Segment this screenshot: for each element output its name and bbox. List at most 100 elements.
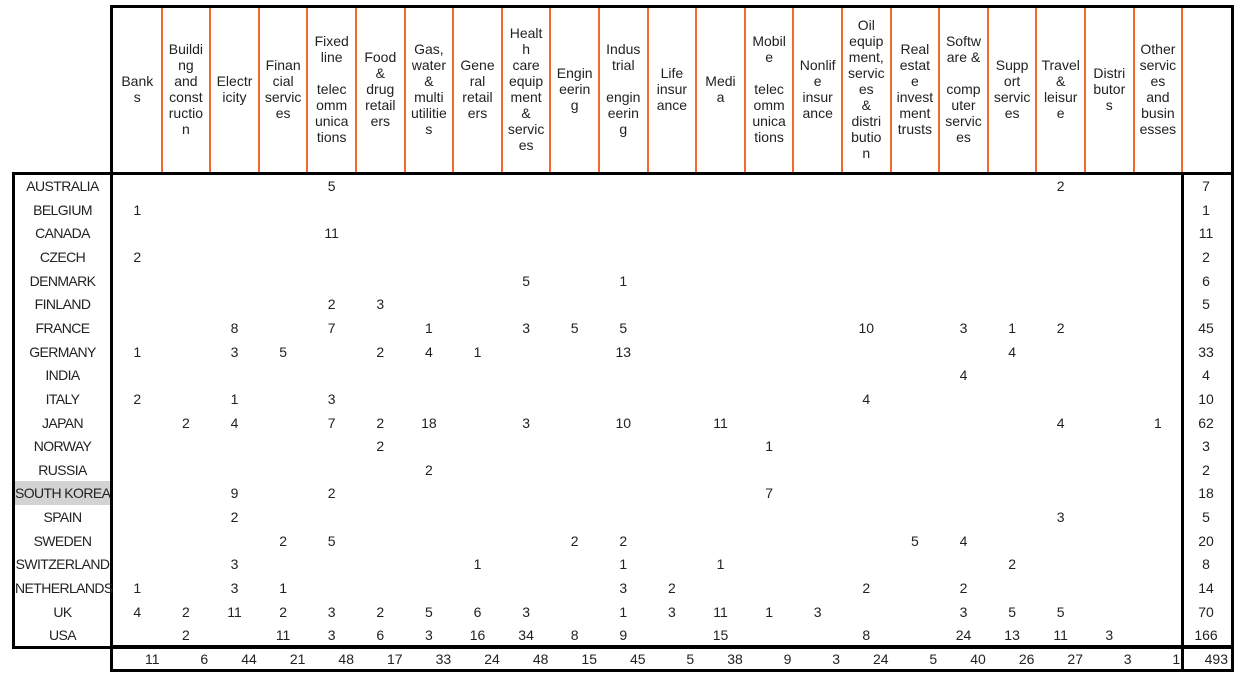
column-header: Food & drug retail ers xyxy=(364,48,397,129)
column-total: 45 xyxy=(630,651,646,667)
table-cell: 6 xyxy=(473,603,482,620)
table-cell: 4 xyxy=(1008,343,1016,360)
table-cell: 5 xyxy=(424,603,433,620)
table-cell: 7 xyxy=(765,485,773,502)
table-cell: 3 xyxy=(619,580,628,597)
table-cell: 5 xyxy=(1008,603,1016,620)
row-total: 8 xyxy=(1202,556,1210,573)
table-cell: 2 xyxy=(279,532,287,549)
column-total: 40 xyxy=(970,651,986,667)
column-total: 3 xyxy=(832,651,840,667)
column-total: 33 xyxy=(435,651,452,667)
row-label: UK xyxy=(53,603,72,620)
table-cell: 1 xyxy=(473,556,482,573)
row-total: 1 xyxy=(1202,201,1210,218)
table-cell: 2 xyxy=(1008,556,1016,573)
table-cell: 3 xyxy=(424,627,433,644)
table-cell: 24 xyxy=(955,627,972,644)
table-cell: 18 xyxy=(421,414,437,431)
column-header: Electr icity xyxy=(216,72,253,105)
row-total: 2 xyxy=(1202,461,1210,478)
table-cell: 9 xyxy=(230,485,239,502)
table-cell: 5 xyxy=(522,272,530,289)
table-cell: 16 xyxy=(469,627,486,644)
table-cell: 2 xyxy=(1056,178,1065,194)
table-cell: 1 xyxy=(230,390,239,407)
table-cell: 4 xyxy=(959,532,968,549)
table-cell: 2 xyxy=(133,390,142,407)
table-cell: 2 xyxy=(376,343,385,360)
row-label: CANADA xyxy=(35,225,90,242)
column-header: Finan cial servic es xyxy=(264,56,302,121)
table-cell: 2 xyxy=(181,627,190,644)
table-cell: 7 xyxy=(327,319,336,336)
table-cell: 2 xyxy=(181,414,190,431)
table-cell: 1 xyxy=(619,272,628,289)
column-divider xyxy=(1181,8,1184,172)
column-total: 17 xyxy=(387,651,403,667)
row-label: BELGIUM xyxy=(33,201,92,218)
column-header: Real estat e invest ment trusts xyxy=(896,40,934,137)
table-cell: 1 xyxy=(619,556,628,573)
table-cell: 5 xyxy=(327,178,336,194)
table-cell: 10 xyxy=(858,319,875,336)
table-cell: 2 xyxy=(424,461,433,478)
row-total: 11 xyxy=(1198,225,1214,242)
table-cell: 2 xyxy=(327,296,336,313)
row-total: 33 xyxy=(1198,343,1214,360)
table-cell: 5 xyxy=(327,532,336,549)
row-total: 62 xyxy=(1198,414,1214,431)
table-cell: 10 xyxy=(615,414,632,431)
table-cell: 11 xyxy=(324,225,339,242)
column-total: 11 xyxy=(145,651,160,667)
table-cell: 11 xyxy=(275,627,291,644)
column-header: Life insur ance xyxy=(656,64,688,113)
table-cell: 3 xyxy=(1056,509,1065,526)
table-cell: 3 xyxy=(327,627,336,644)
row-label: USA xyxy=(49,627,77,644)
column-header: Engin eerin g xyxy=(556,64,593,113)
table-cell: 3 xyxy=(376,296,385,313)
column-total: 3 xyxy=(1123,651,1132,667)
row-label: SPAIN xyxy=(43,509,83,526)
row-total: 70 xyxy=(1198,603,1214,620)
row-total: 20 xyxy=(1198,532,1214,549)
row-total: 3 xyxy=(1202,438,1210,455)
column-header: Supp ort servic es xyxy=(993,56,1031,121)
column-header: Other servic es and busin esses xyxy=(1139,40,1177,137)
table-cell: 3 xyxy=(522,319,530,336)
table-cell: 2 xyxy=(1056,319,1065,336)
column-total: 48 xyxy=(532,651,549,667)
table-cell: 11 xyxy=(713,414,728,431)
row-total: 14 xyxy=(1198,580,1214,597)
table-cell: 2 xyxy=(181,603,190,620)
table-cell: 1 xyxy=(1008,319,1016,336)
table-cell: 1 xyxy=(619,603,628,620)
table-cell: 3 xyxy=(1105,627,1114,644)
column-total: 27 xyxy=(1067,651,1083,667)
table-cell: 8 xyxy=(230,319,239,336)
column-total: 24 xyxy=(484,651,500,667)
table-cell: 4 xyxy=(133,603,142,620)
row-label: RUSSIA xyxy=(38,461,87,478)
column-total: 5 xyxy=(929,651,938,667)
table-cell: 3 xyxy=(959,603,968,620)
column-total: 44 xyxy=(241,651,257,667)
table-cell: 4 xyxy=(230,414,239,431)
column-header: Distri butor s xyxy=(1093,64,1126,113)
table-cell: 13 xyxy=(615,343,632,360)
column-header: Indus trial engin eerin g xyxy=(606,40,641,137)
table-cell: 5 xyxy=(570,319,579,336)
row-label: SOUTH KOREA xyxy=(15,481,111,506)
table-cell: 34 xyxy=(518,627,534,644)
table-cell: 2 xyxy=(133,248,142,265)
table-cell: 1 xyxy=(765,603,773,620)
column-header: Bank s xyxy=(121,72,154,105)
row-total: 166 xyxy=(1194,627,1218,644)
column-total: 15 xyxy=(581,651,597,667)
table-cell: 2 xyxy=(230,509,239,526)
table-cell: 2 xyxy=(279,603,287,620)
table-cell: 7 xyxy=(327,414,336,431)
row-total: 10 xyxy=(1198,390,1214,407)
table-cell: 3 xyxy=(327,390,336,407)
